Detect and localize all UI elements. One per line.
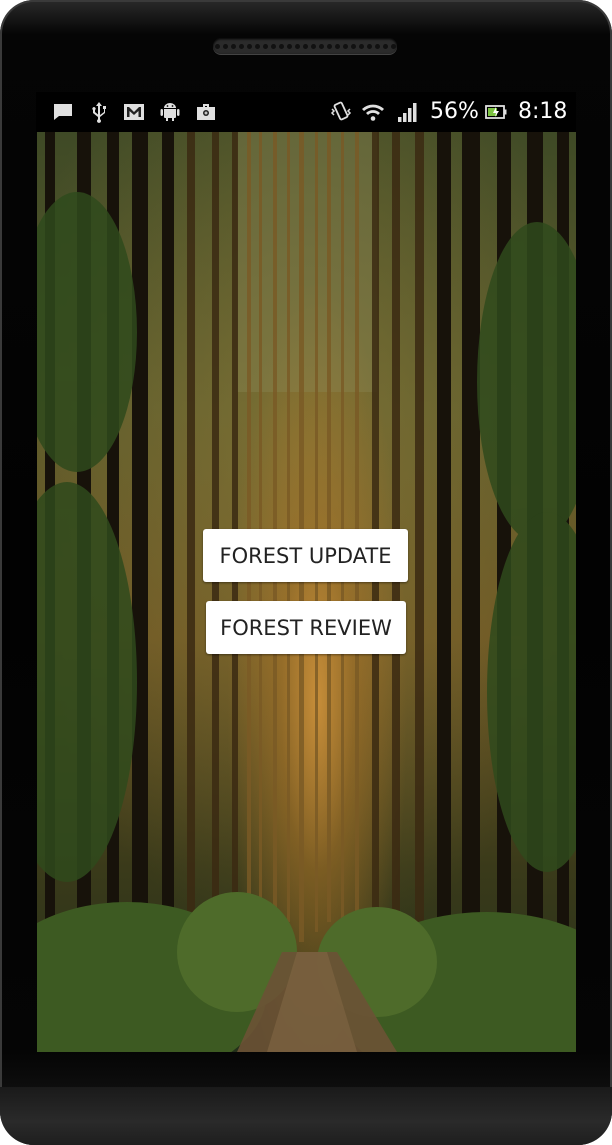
- clock: 8:18: [518, 99, 568, 124]
- phone-frame: 56% 8:18 FOREST UPDATE FOREST REVIEW: [0, 0, 612, 1145]
- gmail-icon: [122, 100, 146, 124]
- speaker-grille: [213, 38, 397, 54]
- battery-charging-icon: [484, 100, 508, 124]
- usb-icon: [87, 100, 111, 124]
- forest-review-button[interactable]: FOREST REVIEW: [206, 601, 406, 654]
- forest-background: FOREST UPDATE FOREST REVIEW: [37, 132, 576, 1052]
- wifi-icon: [361, 100, 385, 124]
- android-icon: [158, 100, 182, 124]
- bottom-bezel: [0, 1087, 612, 1145]
- signal-icon: [396, 100, 420, 124]
- message-icon: [51, 100, 75, 124]
- forest-image: [37, 132, 576, 1052]
- briefcase-icon: [194, 100, 218, 124]
- status-bar: 56% 8:18: [36, 92, 576, 132]
- battery-percentage: 56%: [430, 99, 479, 124]
- vibrate-icon: [329, 100, 353, 124]
- forest-update-button[interactable]: FOREST UPDATE: [203, 529, 408, 582]
